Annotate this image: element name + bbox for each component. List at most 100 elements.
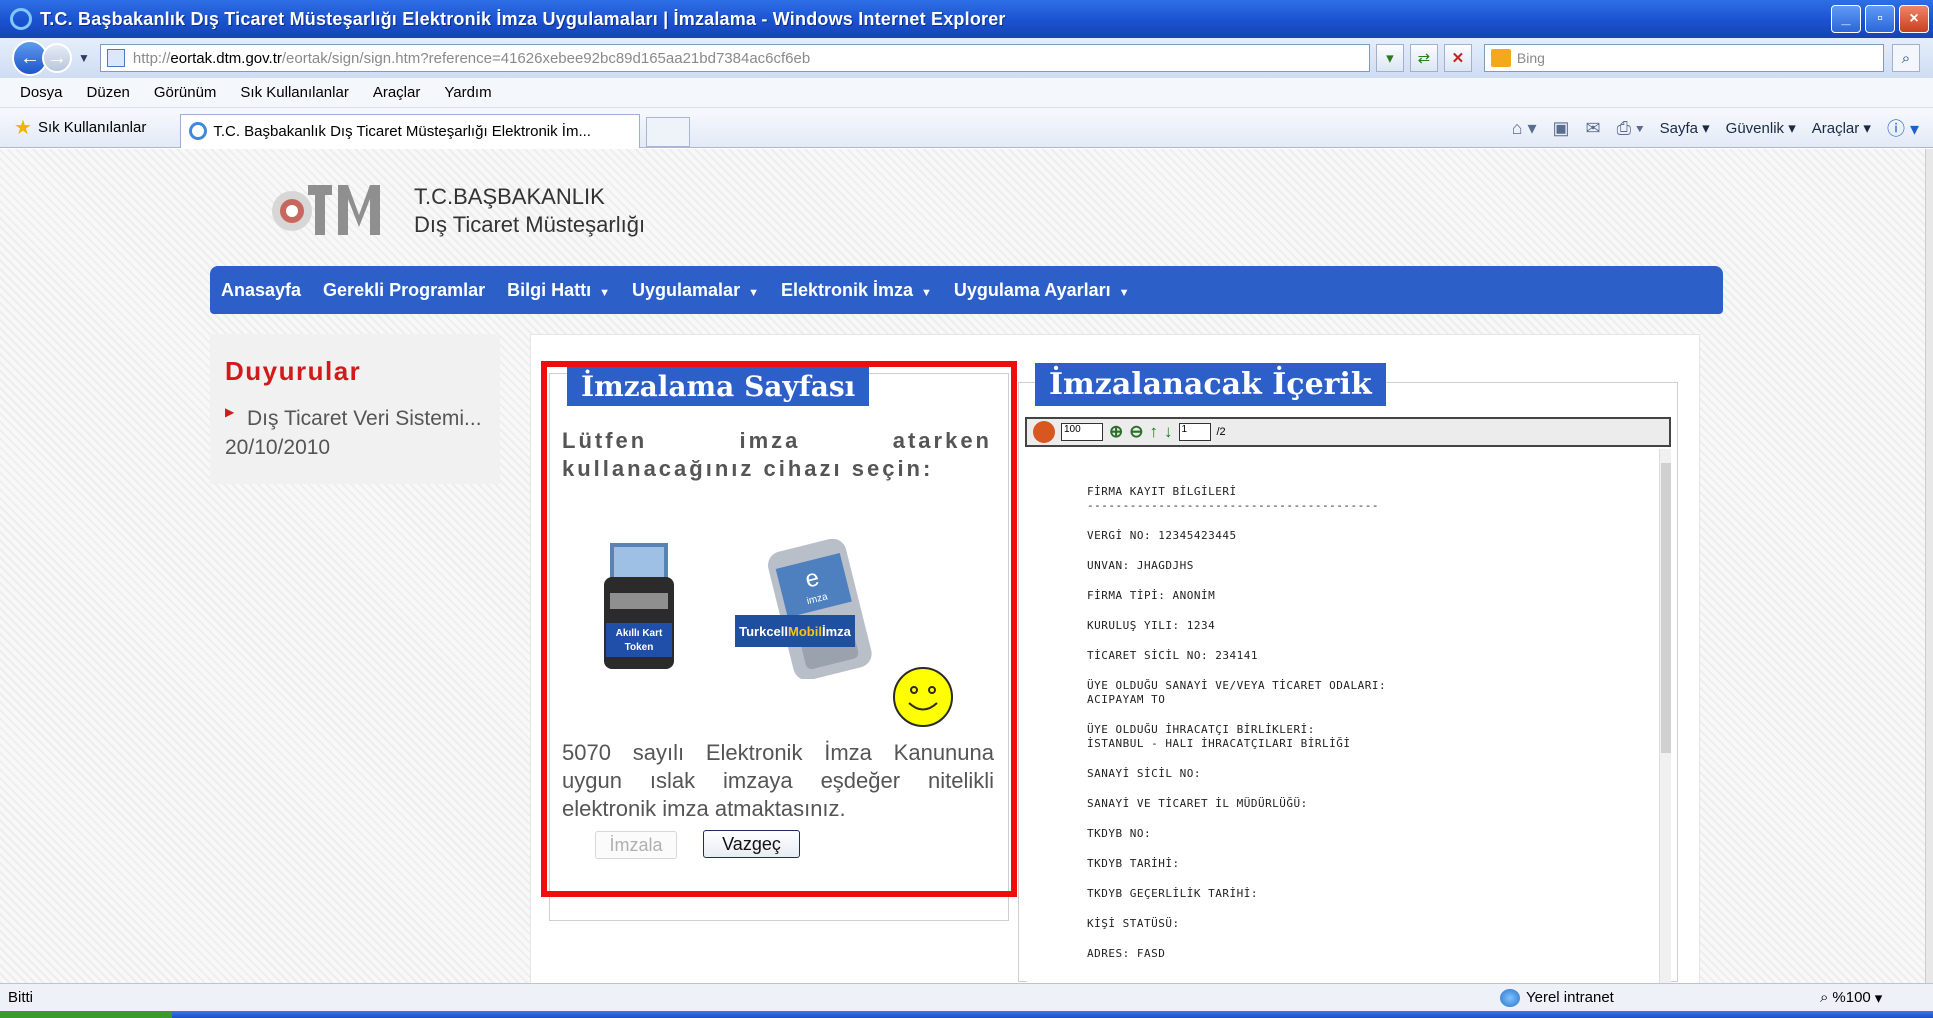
caret-down-icon: ▼	[921, 286, 932, 299]
intranet-icon	[1500, 988, 1520, 1007]
maximize-button[interactable]: ▫	[1865, 5, 1895, 33]
tools-menu[interactable]: Araçlar ▾	[1812, 119, 1871, 137]
safety-menu-label: Güvenlik	[1725, 120, 1785, 137]
url-protocol: http://	[132, 49, 171, 67]
feeds-icon[interactable]: ▣	[1553, 118, 1570, 139]
caret-down-icon: ▼	[748, 286, 759, 299]
doc-line: KURULUŞ YILI: 1234	[1087, 619, 1216, 632]
tools-menu-label: Araçlar	[1811, 120, 1860, 137]
site-navbar: Anasayfa Gerekli Programlar Bilgi Hattı ▼…	[210, 266, 1723, 314]
menu-edit[interactable]: Düzen	[87, 84, 130, 101]
page-scrollbar[interactable]	[1925, 149, 1933, 983]
page-input[interactable]: 1	[1178, 423, 1211, 441]
zoom-control[interactable]: ⌕ %100 ▾	[1820, 989, 1882, 1007]
nav-app-settings[interactable]: Uygulama Ayarları ▼	[954, 280, 1130, 301]
doc-line: TKDYB GEÇERLİLİK TARİHİ:	[1087, 887, 1258, 900]
nav-info-line-label: Bilgi Hattı	[507, 279, 592, 300]
bing-icon	[1490, 49, 1511, 67]
announcements-title: Duyurular	[225, 356, 362, 386]
menu-file[interactable]: Dosya	[20, 84, 63, 101]
arrow-left-icon: ←	[20, 46, 40, 69]
page-down-icon[interactable]: ↓	[1164, 422, 1173, 442]
window-title: T.C. Başbakanlık Dış Ticaret Müsteşarlığ…	[40, 8, 1006, 29]
zoom-out-icon[interactable]: ⊖	[1129, 422, 1143, 442]
refresh-icon[interactable]: ⇄	[1409, 44, 1438, 72]
doc-line: FİRMA TİPİ: ANONİM	[1087, 589, 1216, 602]
nav-required-programs[interactable]: Gerekli Programlar	[323, 280, 485, 301]
favorites-label[interactable]: Sık Kullanılanlar	[38, 119, 146, 136]
window-titlebar[interactable]: T.C. Başbakanlık Dış Ticaret Müsteşarlığ…	[0, 0, 1933, 38]
pdf-scrollbar[interactable]	[1659, 449, 1671, 983]
stop-icon[interactable]: ✕	[1443, 44, 1472, 72]
caret-down-icon: ▼	[1118, 286, 1130, 299]
announcement-link[interactable]: Dış Ticaret Veri Sistemi... 20/10/2010	[225, 404, 515, 462]
doc-line: KİŞİ STATÜSÜ:	[1087, 917, 1180, 930]
zone-label: Yerel intranet	[1526, 989, 1614, 1006]
menu-view[interactable]: Görünüm	[154, 84, 217, 101]
help-icon[interactable]: ⓘ ▾	[1887, 115, 1919, 141]
search-input[interactable]: Bing	[1483, 44, 1884, 72]
close-button[interactable]: ×	[1899, 5, 1929, 33]
caret-down-icon: ▼	[599, 286, 611, 299]
pdf-scroll-thumb[interactable]	[1661, 463, 1671, 753]
print-icon[interactable]: ⎙ ▾	[1617, 118, 1644, 139]
page-up-icon[interactable]: ↑	[1150, 422, 1159, 442]
doc-line: FİRMA KAYIT BİLGİLERİ	[1087, 485, 1237, 498]
tab-ie-icon	[189, 122, 208, 140]
status-bar: Bitti Yerel intranet ⌕ %100 ▾	[0, 983, 1933, 1011]
nav-home[interactable]: Anasayfa	[221, 280, 301, 301]
zoom-icon: ⌕	[1820, 989, 1829, 1006]
doc-line: TKDYB NO:	[1087, 827, 1152, 840]
doc-line: UNVAN: JHAGDJHS	[1087, 559, 1194, 572]
page-menu[interactable]: Sayfa ▾	[1660, 119, 1710, 137]
tab-active[interactable]: T.C. Başbakanlık Dış Ticaret Müsteşarlığ…	[180, 113, 641, 148]
nav-e-signature-label: Elektronik İmza	[780, 279, 914, 300]
favorites-star-icon[interactable]: ★	[14, 115, 32, 140]
zoom-in-icon[interactable]: ⊕	[1109, 422, 1123, 442]
doc-line: SANAYİ VE TİCARET İL MÜDÜRLÜĞÜ:	[1087, 797, 1308, 810]
mail-icon[interactable]: ✉	[1586, 118, 1601, 139]
search-placeholder: Bing	[1516, 50, 1545, 66]
nav-applications-label: Uygulamalar	[632, 279, 741, 300]
nav-applications[interactable]: Uygulamalar ▼	[632, 280, 759, 301]
pdf-toolbar: 100 ⊕ ⊖ ↑ ↓ 1 /2	[1025, 417, 1671, 447]
favorites-bar: ★ Sık Kullanılanlar T.C. Başbakanlık Dış…	[0, 108, 1933, 148]
menu-bar: Dosya Düzen Görünüm Sık Kullanılanlar Ar…	[0, 78, 1933, 108]
windows-taskbar	[0, 1011, 1933, 1018]
menu-favorites[interactable]: Sık Kullanılanlar	[240, 84, 348, 101]
nav-e-signature[interactable]: Elektronik İmza ▼	[781, 280, 932, 301]
content-panel-title: İmzalanacak İçerik	[1035, 363, 1386, 406]
safety-menu[interactable]: Güvenlik ▾	[1726, 119, 1796, 137]
search-icon[interactable]: ⌕	[1891, 44, 1920, 72]
page-total: /2	[1216, 426, 1226, 438]
zoom-input[interactable]: 100	[1061, 423, 1103, 441]
forward-button[interactable]: →	[42, 43, 72, 73]
url-field[interactable]: http://eortak.dtm.gov.tr/eortak/sign/sig…	[99, 44, 1370, 72]
home-icon[interactable]: ⌂ ▾	[1512, 118, 1537, 139]
page-viewport: T.C.BAŞBAKANLIK Dış Ticaret Müsteşarlığı…	[0, 149, 1933, 983]
nav-required-programs-label: Gerekli Programlar	[323, 279, 486, 300]
nav-info-line[interactable]: Bilgi Hattı ▼	[507, 280, 610, 301]
dtm-logo	[272, 185, 380, 235]
pdf-document[interactable]: FİRMA KAYIT BİLGİLERİ ------------------…	[1027, 449, 1659, 983]
doc-line: ÜYE OLDUĞU SANAYİ VE/VEYA TİCARET ODALAR…	[1087, 679, 1387, 692]
menu-help[interactable]: Yardım	[444, 84, 491, 101]
logo-text: T.C.BAŞBAKANLIK Dış Ticaret Müsteşarlığı	[414, 183, 645, 239]
menu-tools[interactable]: Araçlar	[373, 84, 421, 101]
logo-line-2: Dış Ticaret Müsteşarlığı	[414, 212, 646, 237]
doc-line: ----------------------------------------…	[1087, 499, 1380, 512]
new-tab-button[interactable]	[646, 116, 691, 147]
arrow-right-icon: →	[47, 46, 67, 69]
start-button[interactable]	[0, 1011, 172, 1018]
tab-title: T.C. Başbakanlık Dış Ticaret Müsteşarlığ…	[213, 122, 591, 140]
security-zone[interactable]: Yerel intranet	[1500, 988, 1614, 1007]
history-dropdown-icon[interactable]: ▼	[78, 51, 90, 65]
minimize-button[interactable]: _	[1831, 5, 1861, 33]
doc-line: ÜYE OLDUĞU İHRACATÇI BİRLİKLERİ:	[1087, 723, 1315, 736]
nav-app-settings-label: Uygulama Ayarları	[953, 279, 1111, 300]
doc-line: ACIPAYAM TO	[1087, 693, 1166, 706]
address-bar: ← → ▼ http://eortak.dtm.gov.tr/eortak/si…	[0, 38, 1933, 78]
url-dropdown-icon[interactable]: ▾	[1375, 44, 1404, 72]
zoom-level: %100	[1832, 989, 1871, 1006]
doc-line: SANAYİ SİCİL NO:	[1087, 767, 1201, 780]
